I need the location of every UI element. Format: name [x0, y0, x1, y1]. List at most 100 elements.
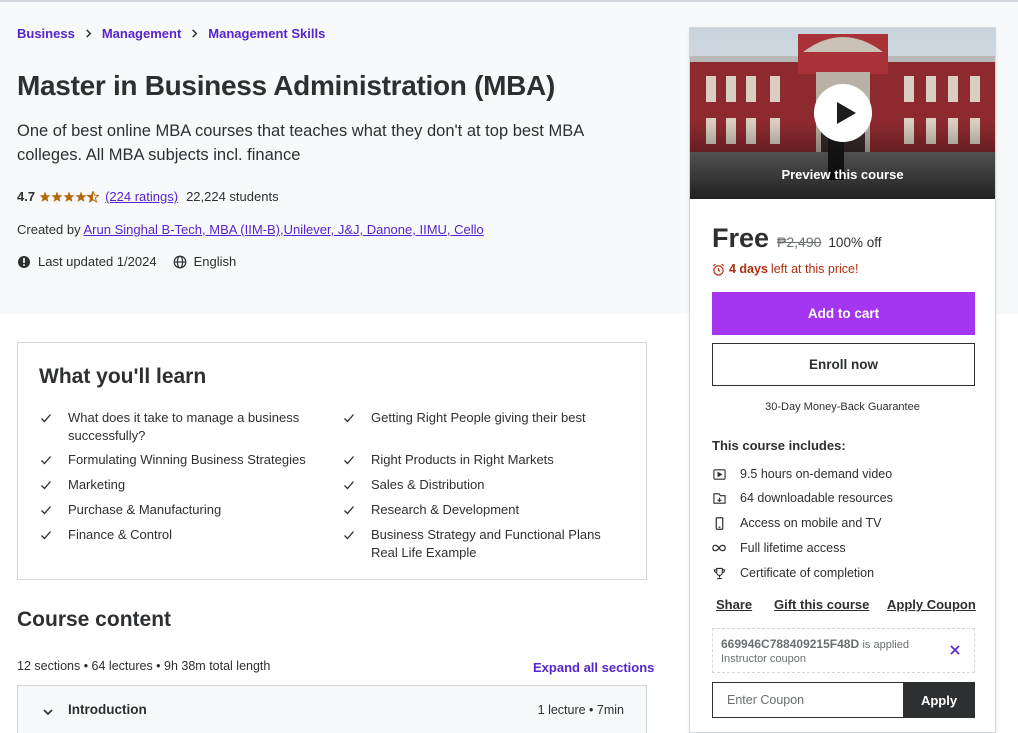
- course-meta: Last updated 1/2024 English: [17, 254, 236, 269]
- include-text: 9.5 hours on-demand video: [740, 467, 893, 481]
- purchase-card: Preview this course Free ₱2,490 100% off…: [689, 27, 996, 733]
- coupon-applied-text: is applied: [862, 639, 909, 651]
- learn-item: Getting Right People giving their best: [343, 409, 633, 427]
- includes-title: This course includes:: [712, 438, 846, 453]
- check-icon: [343, 528, 357, 542]
- check-icon: [343, 411, 357, 425]
- include-text: Access on mobile and TV: [740, 516, 882, 530]
- course-subtitle: One of best online MBA courses that teac…: [17, 122, 584, 164]
- course-content-meta: 12 sections • 64 lectures • 9h 38m total…: [17, 659, 271, 673]
- check-icon: [343, 453, 357, 467]
- learn-item-text: What does it take to manage a business s…: [68, 410, 300, 443]
- check-icon: [343, 478, 357, 492]
- what-youll-learn: What you'll learn What does it take to m…: [17, 342, 647, 580]
- course-preview[interactable]: Preview this course: [690, 28, 995, 199]
- learn-item: Formulating Winning Business Strategies: [40, 451, 330, 469]
- chevron-right-icon: [190, 29, 199, 38]
- mobile-icon: [712, 516, 726, 530]
- learn-item: Sales & Distribution: [343, 476, 633, 494]
- coupon-input[interactable]: [712, 682, 904, 718]
- play-icon[interactable]: [814, 84, 872, 142]
- gift-course-link[interactable]: Gift this course: [774, 597, 869, 612]
- learn-item-text: Marketing: [68, 477, 126, 492]
- globe-icon: [173, 255, 187, 269]
- add-to-cart-button[interactable]: Add to cart: [712, 292, 975, 335]
- course-content-title: Course content: [17, 608, 172, 631]
- learn-item-text: Purchase & Manufacturing: [68, 502, 222, 517]
- learn-title: What you'll learn: [39, 365, 207, 388]
- include-text: 64 downloadable resources: [740, 491, 893, 505]
- original-price: ₱2,490: [777, 234, 822, 250]
- current-price: Free: [712, 223, 770, 253]
- expand-all-sections-button[interactable]: Expand all sections: [533, 660, 654, 675]
- instructor-link[interactable]: Arun Singhal B-Tech, MBA (IIM-B),Unileve…: [84, 222, 484, 237]
- alert-badge-icon: [17, 255, 31, 269]
- coupon-type: Instructor coupon: [721, 653, 806, 665]
- infinity-icon: [712, 541, 726, 555]
- check-icon: [40, 528, 54, 542]
- share-link[interactable]: Share: [716, 597, 752, 612]
- breadcrumb-business[interactable]: Business: [17, 26, 75, 41]
- learn-item-text: Finance & Control: [68, 527, 173, 542]
- learn-item-text: Business Strategy and Functional Plans R…: [371, 527, 601, 560]
- learn-item-text: Research & Development: [371, 502, 520, 517]
- video-icon: [712, 467, 726, 481]
- discount-percent: 100% off: [828, 235, 882, 250]
- check-icon: [40, 453, 54, 467]
- rating-value: 4.7: [17, 189, 36, 204]
- include-text: Certificate of completion: [740, 566, 875, 580]
- trophy-icon: [712, 566, 726, 580]
- apply-coupon-link[interactable]: Apply Coupon: [887, 597, 976, 612]
- applied-coupon: 669946C788409215F48D is applied Instruct…: [712, 628, 975, 673]
- section-meta: 1 lecture • 7min: [537, 703, 624, 717]
- include-item: 9.5 hours on-demand video: [712, 467, 892, 481]
- alarm-clock-icon: [712, 263, 725, 276]
- apply-coupon-button[interactable]: Apply: [903, 682, 975, 718]
- coupon-code: 669946C788409215F48D: [721, 637, 860, 651]
- deadline-days: 4 days: [729, 262, 768, 276]
- include-item: Certificate of completion: [712, 566, 874, 580]
- language: English: [193, 254, 237, 269]
- deadline-text: left at this price!: [770, 262, 859, 276]
- learn-item-text: Sales & Distribution: [371, 477, 485, 492]
- section-title: Introduction: [68, 702, 147, 717]
- ratings-link[interactable]: (224 ratings): [105, 189, 178, 204]
- created-by-label: Created by: [17, 222, 81, 237]
- chevron-right-icon: [84, 29, 93, 38]
- breadcrumb-management-skills[interactable]: Management Skills: [208, 26, 325, 41]
- include-item: Full lifetime access: [712, 541, 846, 555]
- include-item: Access on mobile and TV: [712, 516, 882, 530]
- learn-item-text: Formulating Winning Business Strategies: [68, 452, 306, 467]
- chevron-down-icon: [42, 705, 54, 717]
- learn-item: What does it take to manage a business s…: [40, 409, 310, 444]
- check-icon: [40, 478, 54, 492]
- learn-item: Purchase & Manufacturing: [40, 501, 330, 519]
- created-by: Created by Arun Singhal B-Tech, MBA (IIM…: [17, 222, 484, 237]
- star-rating: [39, 190, 100, 203]
- check-icon: [40, 503, 54, 517]
- include-item: 64 downloadable resources: [712, 491, 893, 505]
- learn-item-text: Getting Right People giving their best: [371, 410, 586, 425]
- last-updated: Last updated 1/2024: [38, 254, 157, 269]
- section-row[interactable]: Introduction 1 lecture • 7min: [17, 685, 647, 733]
- learn-item: Right Products in Right Markets: [343, 451, 633, 469]
- price-row: Free ₱2,490 100% off: [712, 223, 881, 254]
- include-text: Full lifetime access: [740, 541, 846, 555]
- rating-row: 4.7 (224 ratings) 22,224 students: [17, 189, 279, 204]
- stars-icon: [39, 190, 100, 203]
- close-icon[interactable]: [948, 643, 962, 657]
- money-back-guarantee: 30-Day Money-Back Guarantee: [765, 401, 920, 413]
- course-title: Master in Business Administration (MBA): [17, 70, 555, 101]
- discount-deadline: 4 days left at this price!: [712, 262, 858, 276]
- breadcrumb: Business Management Management Skills: [17, 26, 325, 41]
- learn-item: Finance & Control: [40, 526, 330, 544]
- learn-item: Research & Development: [343, 501, 633, 519]
- learn-item: Marketing: [40, 476, 330, 494]
- breadcrumb-management[interactable]: Management: [102, 26, 181, 41]
- enroll-now-button[interactable]: Enroll now: [712, 343, 975, 386]
- learn-item: Business Strategy and Functional Plans R…: [343, 526, 613, 561]
- download-icon: [712, 491, 726, 505]
- students-count: 22,224 students: [186, 189, 279, 204]
- check-icon: [343, 503, 357, 517]
- preview-label: Preview this course: [781, 167, 904, 182]
